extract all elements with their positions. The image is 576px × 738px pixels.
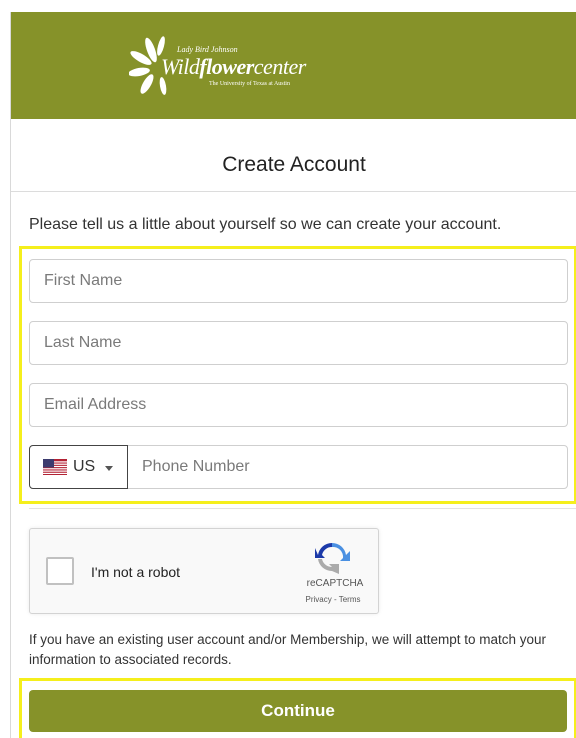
logo-word-wild: Wild [161, 54, 200, 79]
recaptcha-label: I'm not a robot [91, 564, 181, 580]
site-header: Lady Bird Johnson Wildflowercenter The U… [11, 12, 576, 119]
first-name-input[interactable] [30, 260, 567, 302]
account-match-note: If you have an existing user account and… [29, 632, 547, 667]
country-code-dropdown[interactable]: US [29, 445, 128, 489]
phone-number-input[interactable] [130, 446, 567, 488]
logo-subtitle: The University of Texas at Austin [209, 81, 290, 87]
intro-text: Please tell us a little about yourself s… [29, 216, 502, 233]
first-name-field [29, 259, 568, 303]
phone-input-wrap [130, 446, 567, 488]
logo-wordmark: Wildflowercenter [161, 54, 306, 80]
phone-field: US [29, 445, 568, 489]
email-field [29, 383, 568, 427]
title-bar: Create Account [11, 119, 576, 192]
account-page: Lady Bird Johnson Wildflowercenter The U… [10, 12, 576, 738]
recaptcha-checkbox[interactable] [46, 557, 74, 585]
caret-down-icon [105, 466, 113, 471]
continue-button[interactable]: Continue [29, 690, 567, 732]
logo-tagline: Lady Bird Johnson [177, 45, 238, 54]
recaptcha-icon [315, 542, 350, 574]
country-code-label: US [73, 458, 96, 475]
wildflower-center-logo[interactable]: Lady Bird Johnson Wildflowercenter The U… [129, 34, 329, 98]
last-name-input[interactable] [30, 322, 567, 364]
logo-word-flower: flower [199, 54, 254, 79]
last-name-field [29, 321, 568, 365]
recaptcha-widget: I'm not a robot reCAPTCHA Privacy - Term… [29, 528, 379, 614]
us-flag-icon [43, 459, 67, 475]
email-input[interactable] [30, 384, 567, 426]
recaptcha-brand: reCAPTCHA [306, 578, 364, 589]
logo-word-center: center [253, 54, 306, 79]
section-divider [29, 508, 576, 509]
recaptcha-privacy-terms-links[interactable]: Privacy - Terms [294, 595, 372, 604]
page-title: Create Account [222, 153, 366, 176]
